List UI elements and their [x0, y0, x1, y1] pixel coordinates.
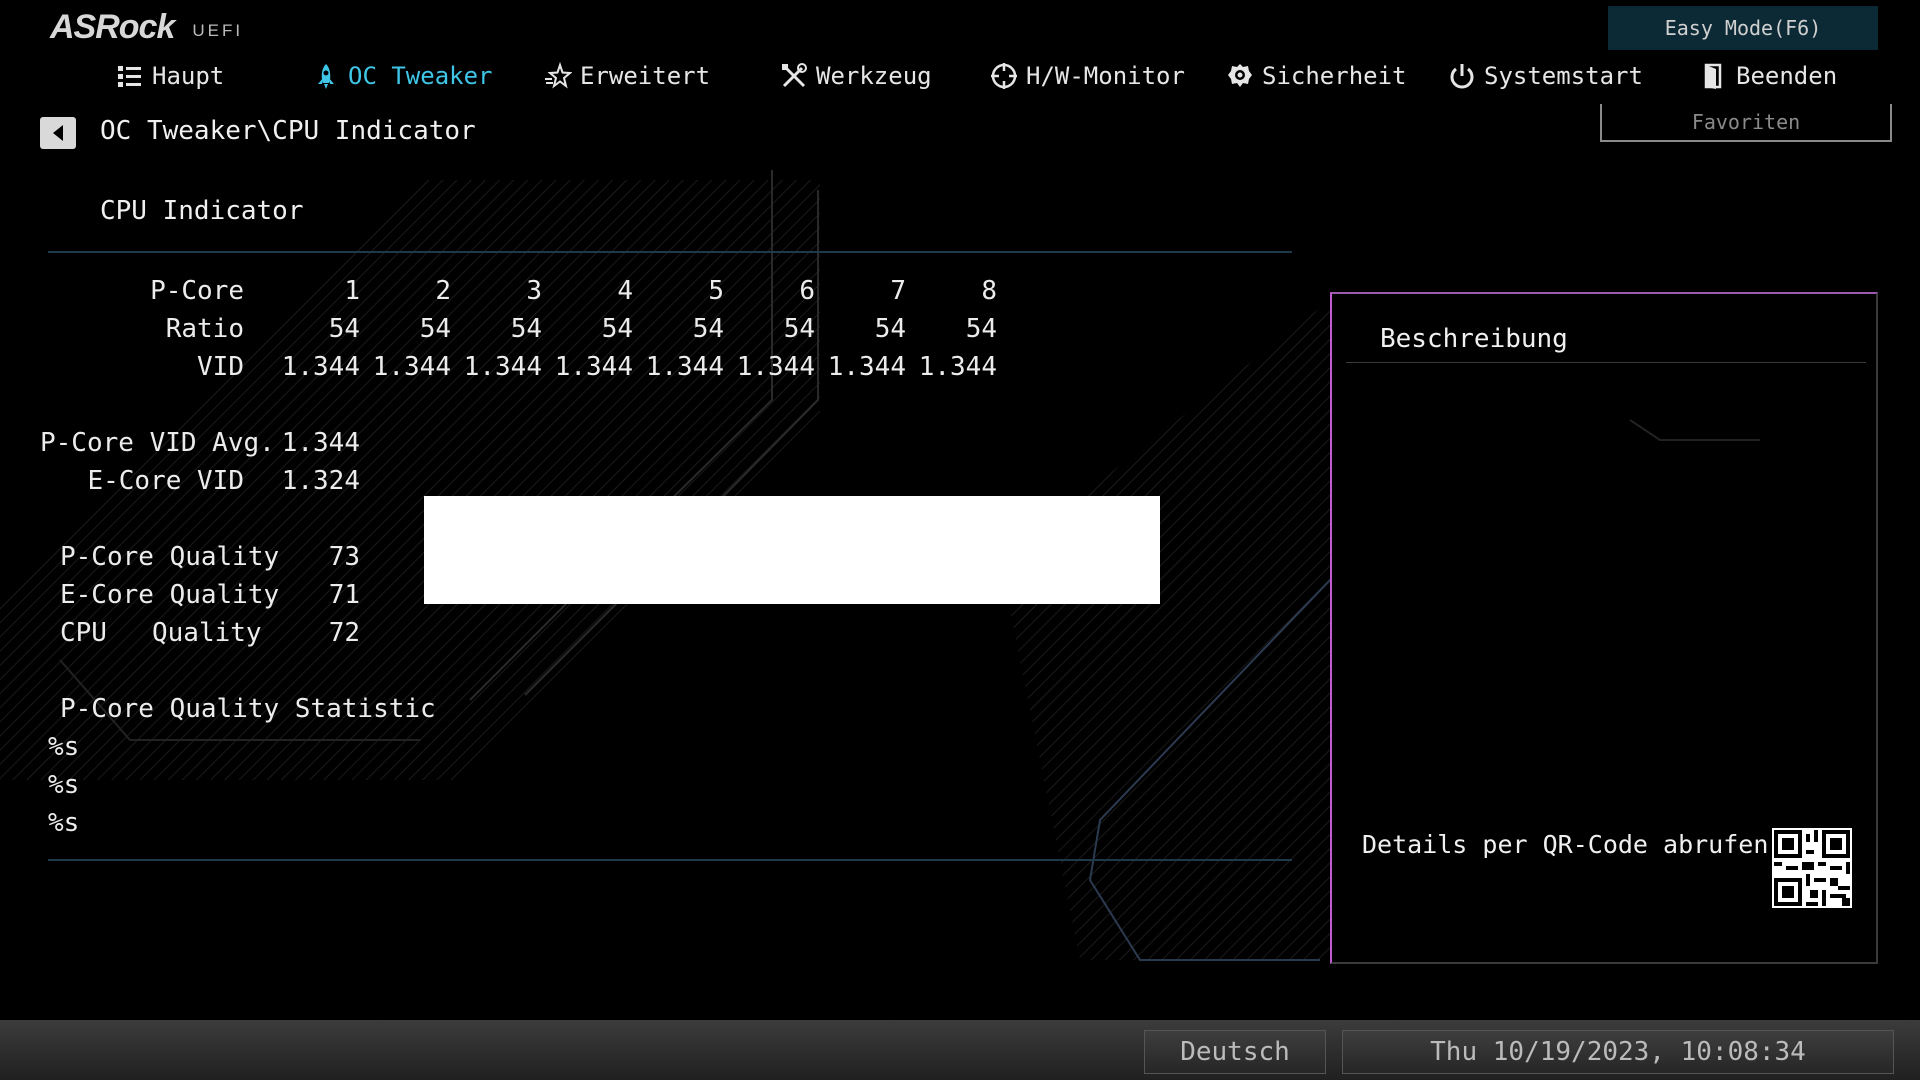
pcore-vid-avg-value: 1.344: [281, 428, 360, 458]
crosshair-icon: [991, 63, 1017, 89]
description-panel: Beschreibung Details per QR-Code abrufen: [1330, 292, 1878, 964]
ecore-vid-value: 1.324: [281, 466, 360, 496]
ratio-value: 54: [510, 314, 542, 344]
tab-systemstart[interactable]: Systemstart: [1448, 56, 1643, 96]
description-title: Beschreibung: [1380, 324, 1568, 354]
ratio-value: 54: [783, 314, 815, 344]
separator-top: [48, 251, 1292, 253]
vid-value: 1.344: [554, 352, 633, 382]
qr-code-icon: [1772, 828, 1852, 908]
tab-erweitert[interactable]: Erweitert: [544, 56, 710, 96]
easy-mode-button[interactable]: Easy Mode(F6): [1608, 6, 1878, 50]
ratio-value: 54: [419, 314, 451, 344]
vid-value: 1.344: [281, 352, 360, 382]
ecore-quality-value: 71: [328, 580, 360, 610]
ratio-label: Ratio: [165, 314, 244, 344]
ratio-value: 54: [965, 314, 997, 344]
back-button[interactable]: [40, 117, 76, 149]
tab-beenden[interactable]: Beenden: [1700, 56, 1837, 96]
core-number: 5: [708, 276, 724, 306]
ratio-value: 54: [874, 314, 906, 344]
ecore-vid-label: E-Core VID: [87, 466, 244, 496]
tab-haupt[interactable]: Haupt: [116, 56, 224, 96]
quality-statistic-label: P-Core Quality Statistic: [60, 694, 436, 724]
vid-value: 1.344: [463, 352, 542, 382]
language-button[interactable]: Deutsch: [1144, 1030, 1326, 1074]
description-divider: [1346, 362, 1866, 363]
tab-label: Sicherheit: [1262, 62, 1407, 90]
core-number: 1: [344, 276, 360, 306]
tab-oc-tweaker[interactable]: OC Tweaker: [312, 56, 493, 96]
star-icon: [545, 62, 572, 89]
asrock-logo: ASRock UEFI: [50, 8, 243, 47]
ecore-quality-label: E-Core Quality: [60, 580, 280, 610]
tab-label: Haupt: [152, 62, 225, 90]
cpu-quality-value: 72: [328, 618, 360, 648]
core-number: 6: [799, 276, 815, 306]
tab-sicherheit[interactable]: Sicherheit: [1226, 56, 1407, 96]
core-number: 4: [617, 276, 633, 306]
tab-label: Erweitert: [580, 62, 711, 90]
tab-label: OC Tweaker: [348, 62, 493, 90]
redacted-area: [424, 496, 1160, 604]
section-title: CPU Indicator: [100, 196, 304, 226]
list-icon: [118, 66, 141, 87]
vid-value: 1.344: [645, 352, 724, 382]
vid-value: 1.344: [918, 352, 997, 382]
logo-text: ASRock: [50, 8, 175, 46]
main-nav: Haupt OC Tweaker Erweitert Werkzeug H/W-…: [0, 56, 1900, 96]
core-number: 7: [890, 276, 906, 306]
tab-hw-monitor[interactable]: H/W-Monitor: [990, 56, 1185, 96]
tab-label: H/W-Monitor: [1026, 62, 1185, 90]
shield-icon: [1228, 64, 1252, 87]
power-icon: [1450, 64, 1474, 89]
core-number: 2: [435, 276, 451, 306]
ratio-value: 54: [692, 314, 724, 344]
statistic-line: %s: [48, 770, 80, 800]
vid-label: VID: [197, 352, 244, 382]
core-number: 8: [981, 276, 997, 306]
statistic-line: %s: [48, 732, 80, 762]
favorites-button[interactable]: Favoriten: [1600, 104, 1892, 142]
core-number: 3: [526, 276, 542, 306]
vid-value: 1.344: [736, 352, 815, 382]
pcore-quality-value: 73: [328, 542, 360, 572]
logo-subtext: UEFI: [192, 21, 244, 40]
datetime-display: Thu 10/19/2023, 10:08:34: [1342, 1030, 1894, 1074]
pcore-vid-avg-label: P-Core VID Avg.: [40, 428, 275, 458]
tools-icon: [782, 63, 807, 88]
tab-werkzeug[interactable]: Werkzeug: [780, 56, 932, 96]
breadcrumb: OC Tweaker\CPU Indicator: [100, 116, 476, 146]
back-arrow-icon: [53, 125, 63, 141]
statistic-line: %s: [48, 808, 80, 838]
vid-value: 1.344: [827, 352, 906, 382]
cpu-quality-label-b: Quality: [152, 618, 262, 648]
vid-value: 1.344: [372, 352, 451, 382]
tab-label: Systemstart: [1484, 62, 1643, 90]
exit-door-icon: [1704, 63, 1722, 89]
separator-bottom: [48, 859, 1292, 861]
header-label: P-Core: [150, 276, 244, 306]
ratio-value: 54: [328, 314, 360, 344]
tab-label: Werkzeug: [816, 62, 932, 90]
tab-label: Beenden: [1736, 62, 1838, 90]
ratio-value: 54: [601, 314, 633, 344]
cpu-quality-label-a: CPU: [60, 618, 107, 648]
rocket-icon: [318, 64, 334, 89]
pcore-quality-label: P-Core Quality: [60, 542, 280, 572]
qr-code-text: Details per QR-Code abrufen: [1362, 830, 1769, 859]
